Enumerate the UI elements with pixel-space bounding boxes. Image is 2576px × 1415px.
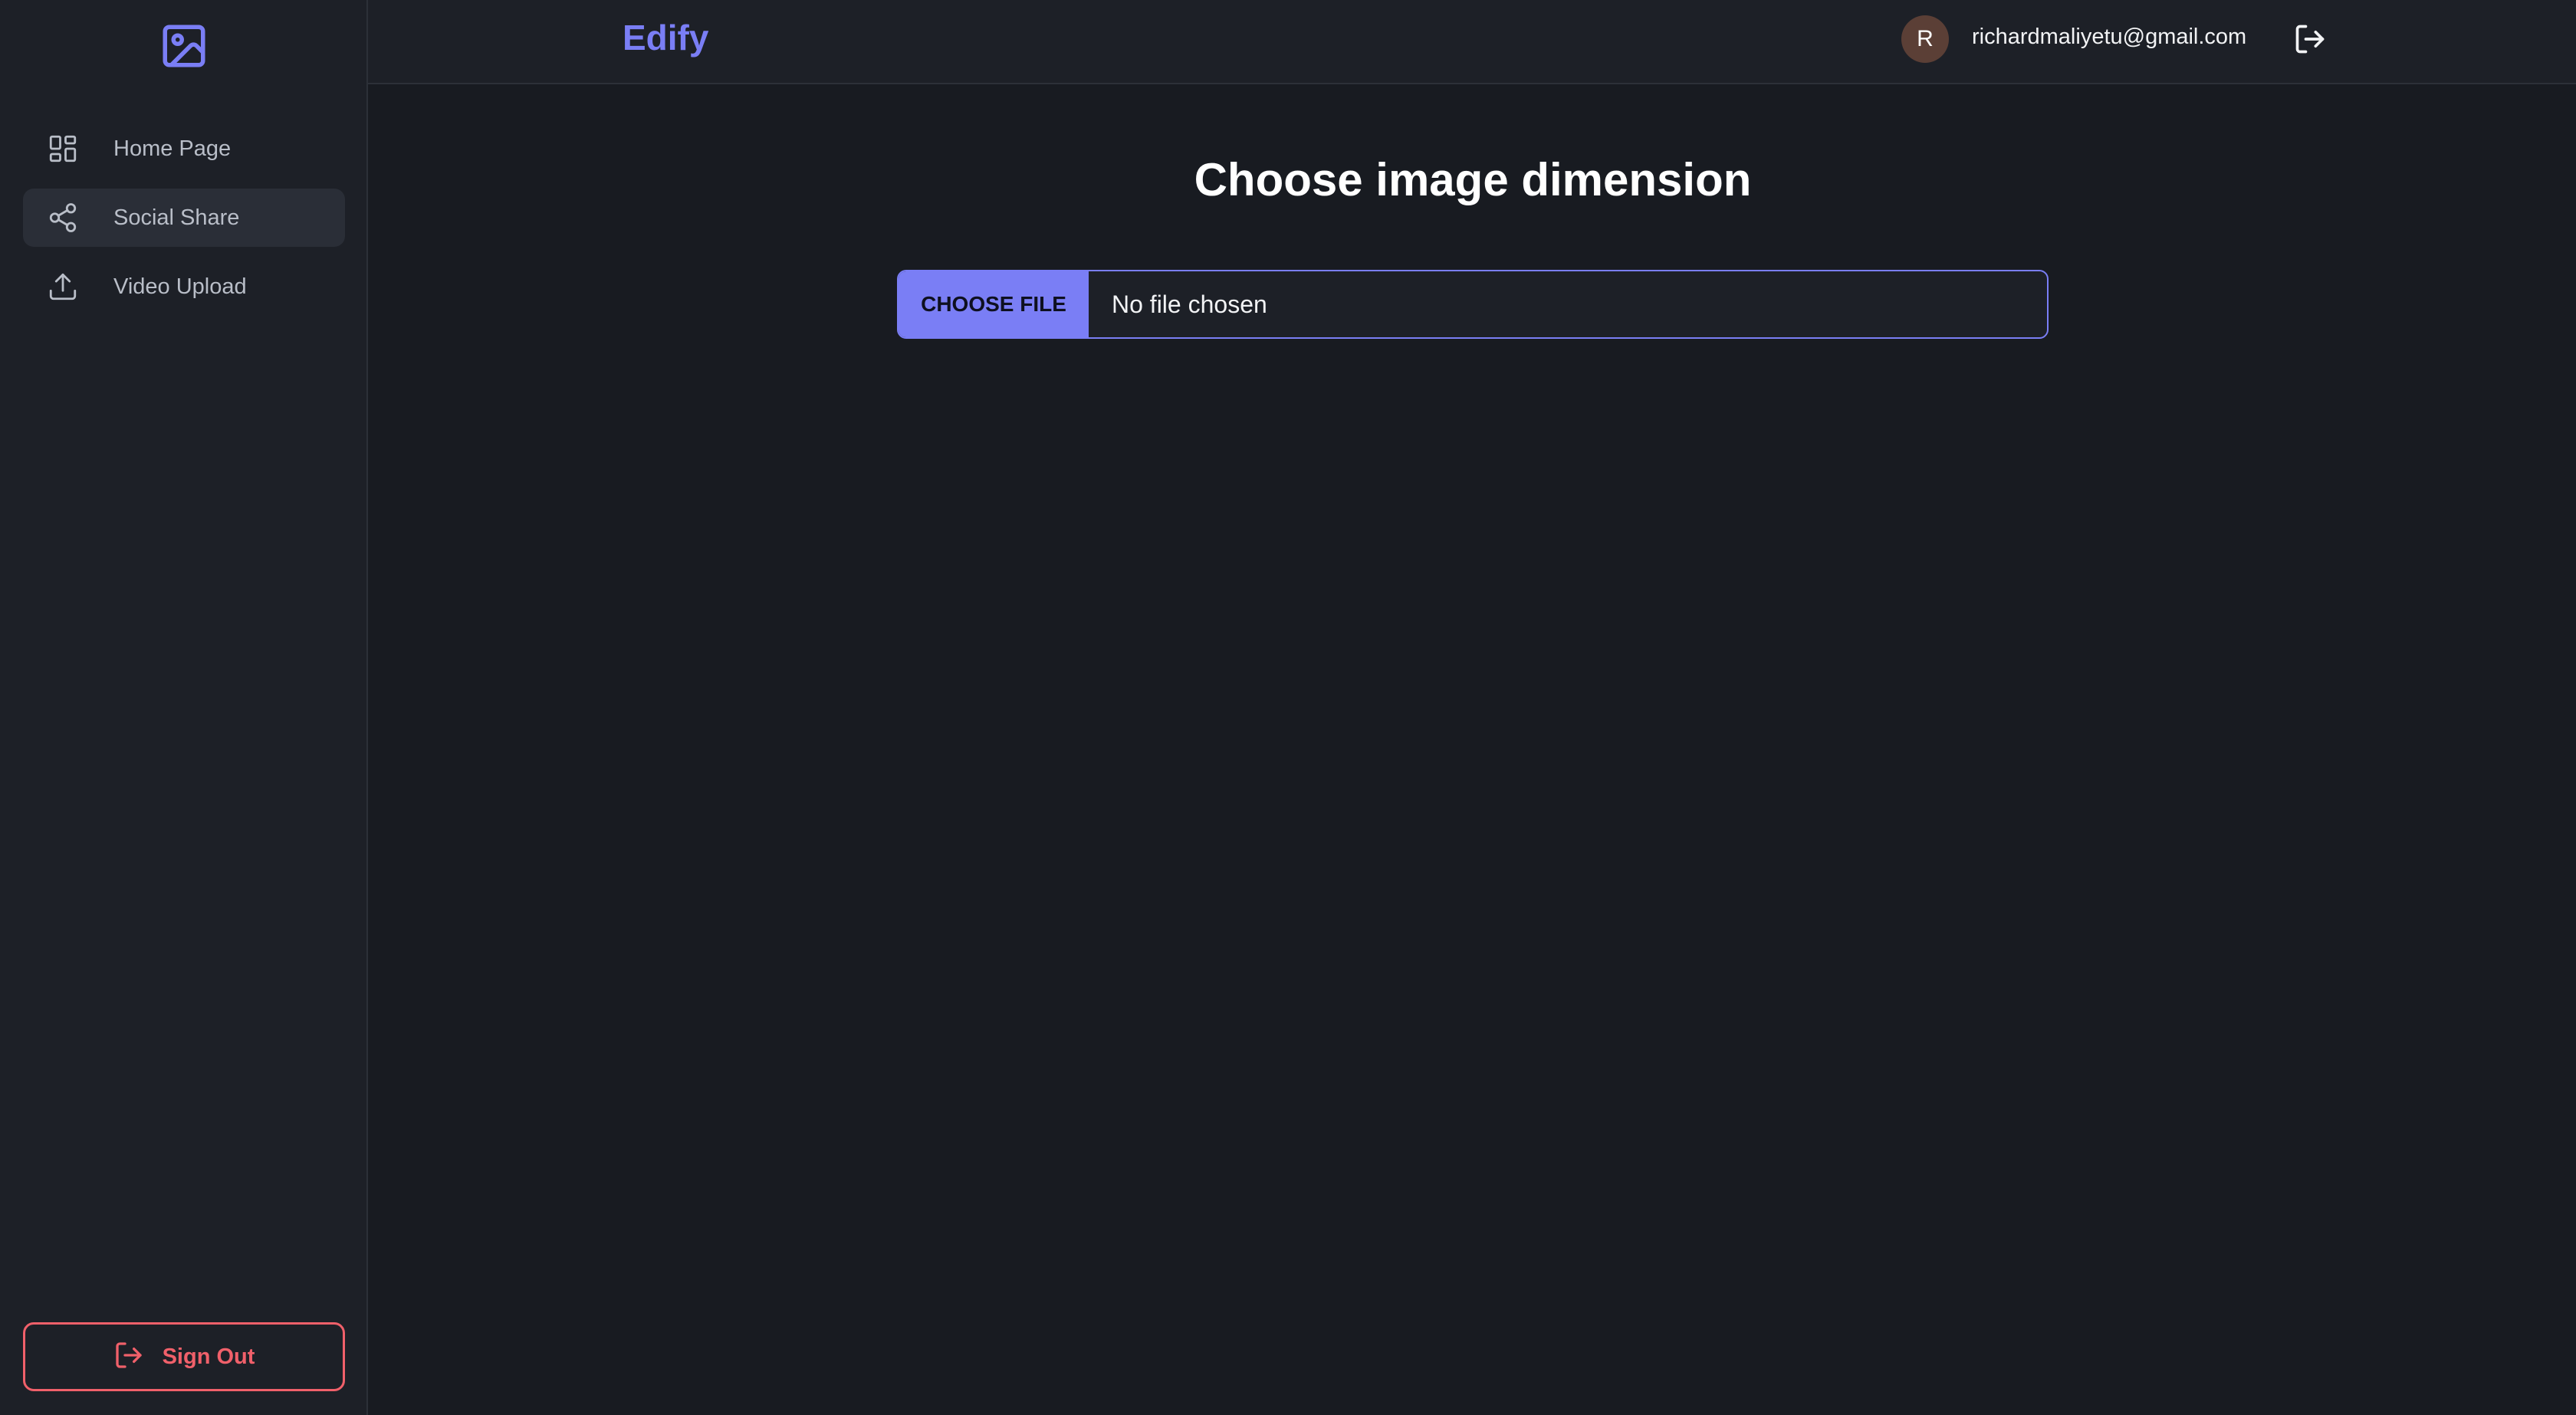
sidebar-item-label: Video Upload (113, 274, 247, 299)
avatar[interactable]: R (1901, 15, 1949, 63)
file-status-text: No file chosen (1112, 290, 1267, 318)
image-icon[interactable] (156, 18, 212, 74)
sidebar-nav: Home Page Social Share Video Upload (23, 120, 345, 327)
sidebar-item-home-page[interactable]: Home Page (23, 120, 345, 178)
sidebar-item-social-share[interactable]: Social Share (23, 189, 345, 247)
grid-icon (44, 130, 81, 167)
page-title: Choose image dimension (1194, 154, 1752, 205)
share-icon (44, 199, 81, 236)
sidebar-item-video-upload[interactable]: Video Upload (23, 258, 345, 316)
brand-title[interactable]: Edify (623, 17, 708, 58)
choose-file-button[interactable]: CHOOSE FILE (899, 271, 1089, 337)
sidebar-item-label: Social Share (113, 205, 240, 230)
main-content: Choose image dimension CHOOSE FILE No fi… (370, 86, 2576, 1415)
top-bar: Edify R richardmaliyetu@gmail.com (368, 0, 2576, 84)
sidebar-item-label: Home Page (113, 136, 232, 161)
sign-out-button[interactable]: Sign Out (23, 1322, 345, 1391)
sign-out-label: Sign Out (162, 1344, 255, 1369)
sidebar: Home Page Social Share Video Upload Sign… (0, 0, 368, 1415)
file-input[interactable]: CHOOSE FILE No file chosen (897, 270, 2049, 339)
logout-icon[interactable] (2291, 20, 2329, 58)
logout-icon (113, 1340, 144, 1374)
app-root: Home Page Social Share Video Upload Sign… (0, 0, 2576, 1415)
upload-icon (44, 268, 81, 305)
user-email: richardmaliyetu@gmail.com (1972, 25, 2247, 49)
